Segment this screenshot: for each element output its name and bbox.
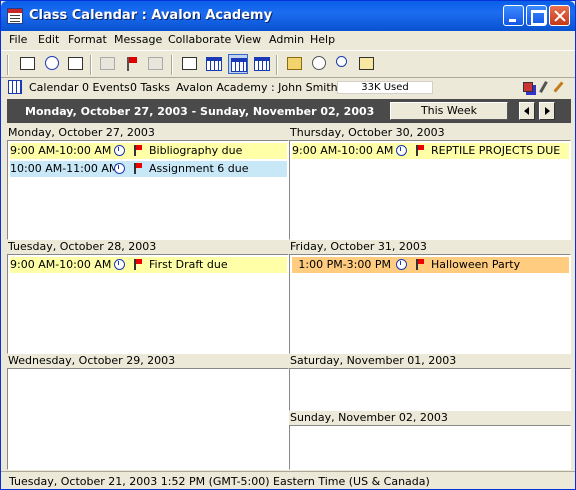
calendar-event[interactable]: 9:00 AM-10:00 AM REPTILE PROJECTS DUE xyxy=(292,143,569,159)
this-week-button[interactable]: This Week xyxy=(390,102,508,120)
day-header: Saturday, November 01, 2003 xyxy=(290,354,457,367)
day-header: Monday, October 27, 2003 xyxy=(8,126,155,139)
pencil-icon[interactable] xyxy=(539,81,548,93)
event-title: Bibliography due xyxy=(149,144,243,157)
new-appointment-icon[interactable] xyxy=(42,54,62,74)
print-preview-icon[interactable] xyxy=(357,54,377,74)
event-time: 10:00 AM-11:00 AM xyxy=(10,162,119,175)
toolbar-separator xyxy=(171,55,173,75)
menu-view[interactable]: View xyxy=(235,33,261,46)
event-title: Assignment 6 due xyxy=(149,162,249,175)
print-icon[interactable] xyxy=(98,54,118,74)
clock-icon xyxy=(114,145,125,156)
event-time: 9:00 AM-10:00 AM xyxy=(292,144,394,157)
day-cell-wednesday: Wednesday, October 29, 2003 xyxy=(7,354,289,470)
new-task-icon[interactable] xyxy=(66,54,86,74)
event-time: 1:00 PM-3:00 PM xyxy=(298,258,391,271)
tasks-count: 0 Tasks xyxy=(130,81,170,94)
calendar-event[interactable]: 9:00 AM-10:00 AM Bibliography due xyxy=(10,143,287,159)
calendar-app-icon xyxy=(7,8,23,24)
flag-icon xyxy=(416,259,424,270)
menu-help[interactable]: Help xyxy=(310,33,335,46)
events-count: 0 Events xyxy=(82,81,130,94)
event-time: 9:00 AM-10:00 AM xyxy=(10,144,112,157)
calendar-event[interactable]: 10:00 AM-11:00 AM Assignment 6 due xyxy=(10,161,287,177)
menu-message[interactable]: Message xyxy=(114,33,162,46)
date-range-bar: Monday, October 27, 2003 - Sunday, Novem… xyxy=(7,99,571,123)
list-view-icon[interactable] xyxy=(180,54,200,74)
day-body[interactable]: 9:00 AM-10:00 AM REPTILE PROJECTS DUE xyxy=(289,140,571,240)
week-view-icon[interactable] xyxy=(228,54,248,74)
brush-icon[interactable] xyxy=(553,81,564,93)
day-view-icon[interactable] xyxy=(252,54,272,74)
event-time: 9:00 AM-10:00 AM xyxy=(10,258,112,271)
day-body[interactable] xyxy=(7,368,289,470)
menu-collaborate[interactable]: Collaborate xyxy=(168,33,231,46)
calendar-event[interactable]: 1:00 PM-3:00 PM Halloween Party xyxy=(292,257,569,273)
storage-indicator: 33K Used xyxy=(337,81,433,94)
day-header: Friday, October 31, 2003 xyxy=(290,240,427,253)
maximize-button[interactable] xyxy=(526,5,547,26)
day-header: Wednesday, October 29, 2003 xyxy=(8,354,176,367)
month-view-icon[interactable] xyxy=(204,54,224,74)
menu-file[interactable]: File xyxy=(9,33,27,46)
new-event-icon[interactable] xyxy=(18,54,38,74)
info-bar: Calendar 0 Events 0 Tasks Avalon Academy… xyxy=(1,79,575,96)
flag-icon xyxy=(134,259,142,270)
event-title: Halloween Party xyxy=(431,258,521,271)
close-button[interactable] xyxy=(549,5,570,26)
layers-icon[interactable] xyxy=(523,82,533,92)
week-calendar: Monday, October 27, 2003 9:00 AM-10:00 A… xyxy=(7,126,571,470)
event-title: First Draft due xyxy=(149,258,228,271)
menu-edit[interactable]: Edit xyxy=(38,33,59,46)
clock-icon xyxy=(396,259,407,270)
clock-icon xyxy=(114,163,125,174)
calendar-window: Class Calendar : Avalon Academy File Edi… xyxy=(0,0,576,490)
day-cell-saturday: Saturday, November 01, 2003 xyxy=(289,354,571,411)
clock-icon xyxy=(396,145,407,156)
toolbar-separator xyxy=(7,55,9,75)
search-icon[interactable] xyxy=(333,54,353,74)
day-cell-friday: Friday, October 31, 2003 1:00 PM-3:00 PM… xyxy=(289,240,571,354)
menu-format[interactable]: Format xyxy=(68,33,107,46)
toolbar-separator xyxy=(276,55,278,75)
status-bar: Tuesday, October 21, 2003 1:52 PM (GMT-5… xyxy=(1,471,575,489)
section-label: Calendar xyxy=(29,81,79,94)
find-icon[interactable] xyxy=(309,54,329,74)
user-label: Avalon Academy : John Smith xyxy=(176,81,338,94)
day-body[interactable] xyxy=(289,368,571,411)
day-header: Thursday, October 30, 2003 xyxy=(290,126,445,139)
calendar-icon xyxy=(8,80,22,94)
day-body[interactable]: 9:00 AM-10:00 AM First Draft due xyxy=(7,254,289,354)
title-bar[interactable]: Class Calendar : Avalon Academy xyxy=(1,1,575,31)
flag-icon xyxy=(134,145,142,156)
day-body[interactable]: 1:00 PM-3:00 PM Halloween Party xyxy=(289,254,571,354)
flag-icon xyxy=(416,145,424,156)
calendar-event[interactable]: 9:00 AM-10:00 AM First Draft due xyxy=(10,257,287,273)
toolbar-separator xyxy=(90,55,92,75)
minimize-button[interactable] xyxy=(503,5,524,26)
menu-bar: File Edit Format Message Collaborate Vie… xyxy=(1,31,575,49)
delete-icon[interactable] xyxy=(146,54,166,74)
day-header: Sunday, November 02, 2003 xyxy=(290,411,448,424)
day-header: Tuesday, October 28, 2003 xyxy=(8,240,157,253)
clock-icon xyxy=(114,259,125,270)
day-body[interactable] xyxy=(289,425,571,470)
window-title: Class Calendar : Avalon Academy xyxy=(29,8,273,23)
flag-icon[interactable] xyxy=(122,54,142,74)
day-body[interactable]: 9:00 AM-10:00 AM Bibliography due 10:00 AM… xyxy=(7,140,289,240)
previous-week-button[interactable] xyxy=(519,102,535,120)
day-cell-tuesday: Tuesday, October 28, 2003 9:00 AM-10:00 … xyxy=(7,240,289,354)
menu-admin[interactable]: Admin xyxy=(269,33,304,46)
event-title: REPTILE PROJECTS DUE xyxy=(431,144,561,157)
day-cell-thursday: Thursday, October 30, 2003 9:00 AM-10:00… xyxy=(289,126,571,240)
next-week-button[interactable] xyxy=(539,102,555,120)
date-range-label: Monday, October 27, 2003 - Sunday, Novem… xyxy=(25,105,375,118)
day-cell-sunday: Sunday, November 02, 2003 xyxy=(289,411,571,470)
day-cell-monday: Monday, October 27, 2003 9:00 AM-10:00 A… xyxy=(7,126,289,240)
folder-icon[interactable] xyxy=(285,54,305,74)
toolbar xyxy=(1,50,575,78)
status-text: Tuesday, October 21, 2003 1:52 PM (GMT-5… xyxy=(9,475,430,488)
flag-icon xyxy=(134,163,142,174)
